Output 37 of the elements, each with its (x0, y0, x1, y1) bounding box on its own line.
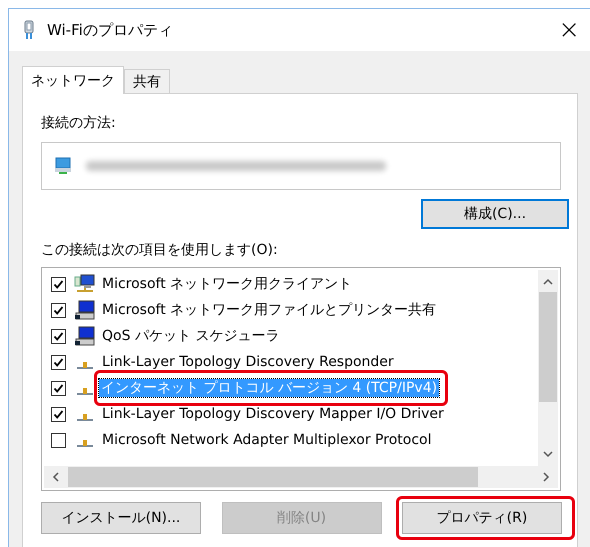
scroll-down-icon[interactable] (543, 450, 553, 458)
checkbox[interactable] (51, 328, 66, 344)
vertical-scrollbar[interactable] (538, 270, 558, 466)
connection-label: 接続の方法: (41, 114, 117, 132)
scroll-right-icon[interactable] (542, 472, 550, 482)
network-adapter-icon (54, 157, 72, 175)
checkbox[interactable] (51, 354, 66, 370)
adapter-icon (23, 20, 35, 40)
scroll-up-icon[interactable] (543, 278, 553, 286)
list-item[interactable]: Link-Layer Topology Discovery Mapper I/O Driver (100, 405, 446, 423)
items-label: この接続は次の項目を使用します(O): (41, 241, 279, 259)
scroll-left-icon[interactable] (52, 472, 60, 482)
computer-icon (74, 326, 96, 346)
protocol-icon (77, 440, 93, 446)
checkbox[interactable] (51, 276, 66, 292)
list-item[interactable]: Microsoft Network Adapter Multiplexor Protocol (100, 431, 434, 449)
checkbox[interactable] (51, 406, 66, 422)
protocol-icon (77, 414, 93, 420)
computer-icon (74, 300, 96, 320)
tab[interactable]: 共有 (124, 69, 170, 93)
configure-button[interactable]: 構成(C)... (421, 199, 569, 229)
tab[interactable]: ネットワーク (22, 66, 124, 94)
protocol-icon (77, 388, 93, 394)
list-item[interactable]: Link-Layer Topology Discovery Responder (100, 353, 396, 371)
checkbox[interactable] (51, 380, 66, 396)
action-button[interactable]: インストール(N)... (41, 502, 201, 534)
list-item[interactable]: QoS パケット スケジューラ (100, 327, 282, 345)
protocol-icon (77, 362, 93, 368)
checkbox[interactable] (51, 432, 66, 448)
window-title: Wi-Fiのプロパティ (47, 20, 173, 40)
action-button[interactable]: プロパティ(R) (402, 502, 562, 534)
list-item[interactable]: Microsoft ネットワーク用クライアント (100, 275, 354, 293)
close-button[interactable]: × (552, 17, 586, 43)
horizontal-scrollbar[interactable] (44, 466, 558, 488)
network-client-icon (74, 274, 96, 294)
checkbox[interactable] (51, 302, 66, 318)
list-item[interactable]: Microsoft ネットワーク用ファイルとプリンター共有 (100, 301, 438, 319)
